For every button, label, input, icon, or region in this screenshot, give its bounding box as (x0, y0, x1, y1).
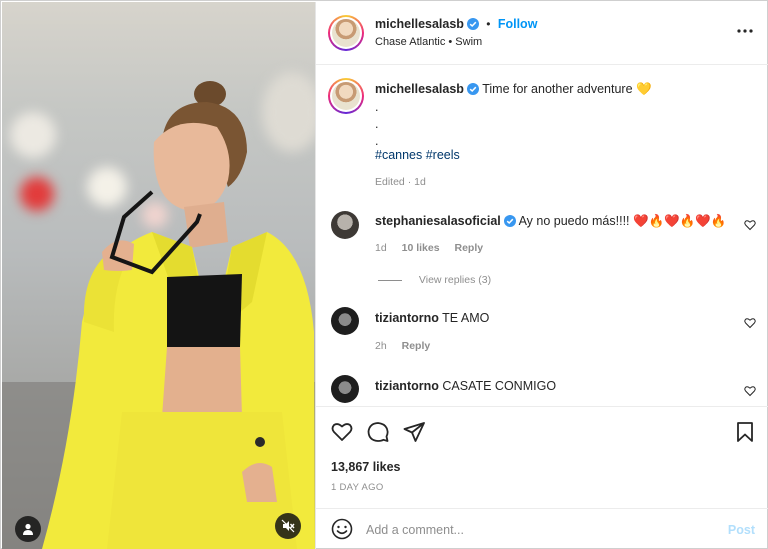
comment-time: 1d (375, 242, 387, 254)
more-horizontal-icon[interactable] (737, 28, 753, 34)
post-panel: michellesalasb • Follow Chase Atlantic •… (315, 2, 768, 549)
post-date[interactable]: 1 DAY AGO (331, 482, 384, 493)
view-replies-toggle[interactable]: View replies (3) (378, 274, 491, 286)
like-heart-icon[interactable] (331, 421, 353, 443)
reply-button[interactable]: Reply (454, 242, 483, 254)
action-bar: 13,867 likes 1 DAY AGO (316, 406, 768, 508)
like-comment-heart-icon[interactable] (744, 219, 756, 231)
comment-username[interactable]: tiziantorno (375, 379, 439, 393)
comments-list[interactable]: michellesalasb Time for another adventur… (316, 65, 768, 406)
author-username[interactable]: michellesalasb (375, 17, 464, 31)
user-icon (23, 523, 33, 535)
comment-username[interactable]: stephaniesalasoficial (375, 214, 501, 228)
comment-bubble-icon[interactable] (367, 421, 389, 443)
follow-button[interactable]: Follow (498, 17, 538, 31)
comment-likes[interactable]: 10 likes (402, 242, 440, 254)
like-comment-heart-icon[interactable] (744, 385, 756, 397)
post-media[interactable] (2, 2, 315, 549)
person-illustration (2, 81, 315, 549)
verified-icon (503, 215, 516, 227)
caption-avatar[interactable] (328, 78, 364, 114)
comment-item: tiziantorno TE AMO 2h Reply (316, 305, 768, 365)
emoji-smiley-icon[interactable] (331, 518, 353, 540)
comment-text: Ay no puedo más!!!! ❤️🔥❤️🔥❤️🔥 (518, 214, 727, 228)
reply-button[interactable]: Reply (402, 340, 431, 352)
comment-line: stephaniesalasoficial Ay no puedo más!!!… (375, 213, 726, 229)
comment-text: TE AMO (442, 311, 490, 325)
replies-divider (378, 279, 402, 281)
comment-item: stephaniesalasoficial Ay no puedo más!!!… (316, 209, 768, 299)
header-title-line: michellesalasb • Follow (375, 17, 537, 31)
caption-username[interactable]: michellesalasb (375, 82, 464, 96)
tagged-user-button[interactable] (15, 516, 41, 542)
caption-hashtags[interactable]: #cannes #reels (375, 147, 460, 163)
view-replies-label[interactable]: View replies (3) (419, 274, 491, 286)
author-avatar[interactable] (328, 15, 364, 51)
comment-item: tiziantorno CASATE CONMIGO (316, 373, 768, 406)
comment-line: tiziantorno CASATE CONMIGO (375, 378, 556, 394)
comment-composer: Post (316, 508, 768, 549)
verified-icon (466, 83, 479, 95)
comment-input[interactable] (366, 520, 706, 540)
speaker-muted-icon (281, 519, 295, 533)
commenter-avatar[interactable] (331, 375, 359, 403)
comment-text: CASATE CONMIGO (442, 379, 557, 393)
comment-line: tiziantorno TE AMO (375, 310, 489, 326)
audio-track[interactable]: Chase Atlantic • Swim (375, 36, 482, 48)
comment-username[interactable]: tiziantorno (375, 311, 439, 325)
caption-dot: . (375, 100, 379, 114)
caption-text: Time for another adventure 💛 (482, 82, 652, 96)
post-header: michellesalasb • Follow Chase Atlantic •… (316, 2, 768, 65)
post-comment-button[interactable]: Post (728, 523, 755, 537)
likes-count[interactable]: 13,867 likes (331, 460, 401, 474)
mute-button[interactable] (275, 513, 301, 539)
comment-time: 2h (375, 340, 387, 352)
comment-meta: 1d 10 likes Reply (375, 242, 483, 254)
caption: michellesalasb Time for another adventur… (316, 75, 768, 195)
commenter-avatar[interactable] (331, 211, 359, 239)
caption-edited: Edited · 1d (375, 176, 426, 188)
caption-dot: . (375, 117, 379, 131)
separator-dot: • (486, 17, 491, 31)
commenter-avatar[interactable] (331, 307, 359, 335)
save-bookmark-icon[interactable] (734, 421, 756, 443)
comment-meta: 2h Reply (375, 340, 430, 352)
verified-icon (466, 18, 479, 30)
caption-line: michellesalasb Time for another adventur… (375, 81, 652, 97)
post-modal: michellesalasb • Follow Chase Atlantic •… (0, 0, 768, 549)
like-comment-heart-icon[interactable] (744, 317, 756, 329)
share-paper-plane-icon[interactable] (403, 421, 425, 443)
